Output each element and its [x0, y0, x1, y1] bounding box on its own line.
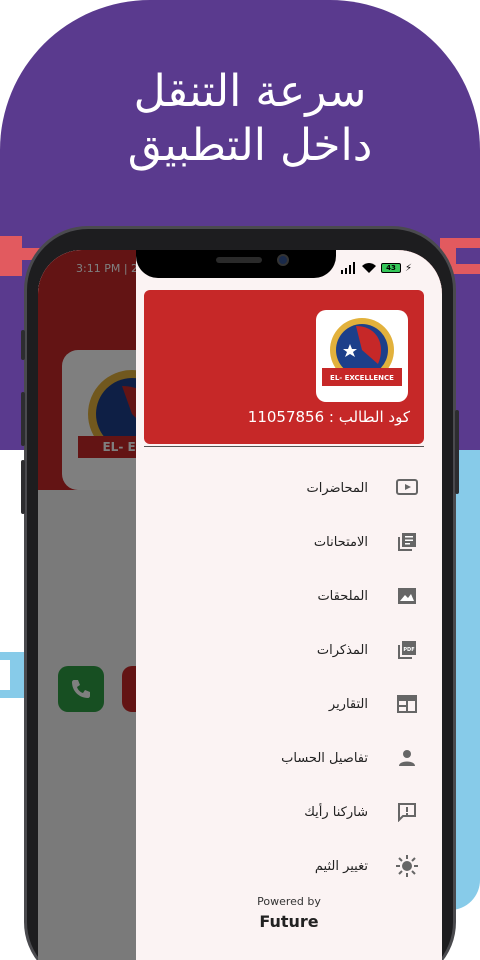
signal-icon — [340, 262, 355, 274]
sun-icon — [396, 855, 418, 877]
decor-connector-blue-inner — [0, 660, 10, 690]
reports-icon — [396, 693, 418, 715]
menu-item-feedback[interactable]: شاركنا رأيك — [136, 792, 442, 832]
headline-line-2: داخل التطبيق — [127, 120, 373, 171]
battery-indicator: 43 — [380, 263, 401, 273]
charging-icon: ⚡ — [404, 262, 412, 274]
menu-item-label: تغيير الثيم — [314, 858, 368, 874]
menu-item-label: الامتحانات — [313, 534, 368, 550]
power-button — [455, 410, 459, 494]
status-icons: 43 ⚡ — [340, 262, 412, 274]
menu-item-notes[interactable]: المذكرات PDF — [136, 630, 442, 670]
phone-notch — [136, 250, 336, 278]
svg-text:PDF: PDF — [403, 647, 414, 653]
person-icon — [396, 747, 418, 769]
menu-item-exams[interactable]: الامتحانات — [136, 522, 442, 562]
phone-speaker — [216, 257, 262, 263]
drawer-header: EL- EXCELLENCE كود الطالب : 11057856 — [144, 290, 424, 444]
app-logo: EL- EXCELLENCE — [316, 310, 408, 402]
menu-item-label: شاركنا رأيك — [304, 804, 368, 820]
feedback-icon — [396, 801, 418, 823]
exams-icon — [396, 531, 418, 553]
menu-item-label: المذكرات — [316, 642, 368, 658]
drawer-divider — [144, 446, 424, 447]
menu-item-attachments[interactable]: الملحقات — [136, 576, 442, 616]
video-icon — [396, 477, 418, 499]
menu-item-lectures[interactable]: المحاضرات — [136, 468, 442, 508]
navigation-drawer: 43 ⚡ EL- EXCELLENCE كود الطالب : 1105785… — [136, 250, 442, 960]
mute-switch — [21, 330, 25, 360]
pdf-icon: PDF — [396, 639, 418, 661]
wifi-icon — [361, 263, 376, 273]
powered-by-label: Powered by — [257, 895, 321, 908]
volume-up-button — [21, 392, 25, 446]
excellence-logo-icon: EL- EXCELLENCE — [322, 318, 402, 386]
front-camera — [277, 254, 289, 266]
image-icon — [396, 585, 418, 607]
logo-text: EL- EXCELLENCE — [330, 374, 394, 382]
phone-screen: 3:11 PM | 2.7 EL- EXCE — [38, 250, 442, 960]
decor-connector-right-inner — [456, 248, 480, 264]
brand-name: Future — [259, 912, 319, 931]
menu-item-label: تفاصيل الحساب — [281, 750, 368, 766]
menu-item-change-theme[interactable]: تغيير الثيم — [136, 846, 442, 886]
menu-item-account-details[interactable]: تفاصيل الحساب — [136, 738, 442, 778]
menu-item-label: الملحقات — [317, 588, 368, 604]
menu-item-reports[interactable]: التقارير — [136, 684, 442, 724]
headline-line-1: سرعة التنقل — [133, 66, 367, 117]
menu-item-label: التقارير — [328, 696, 368, 712]
menu-item-label: المحاضرات — [306, 480, 368, 496]
volume-down-button — [21, 460, 25, 514]
student-code: كود الطالب : 11057856 — [247, 408, 410, 426]
